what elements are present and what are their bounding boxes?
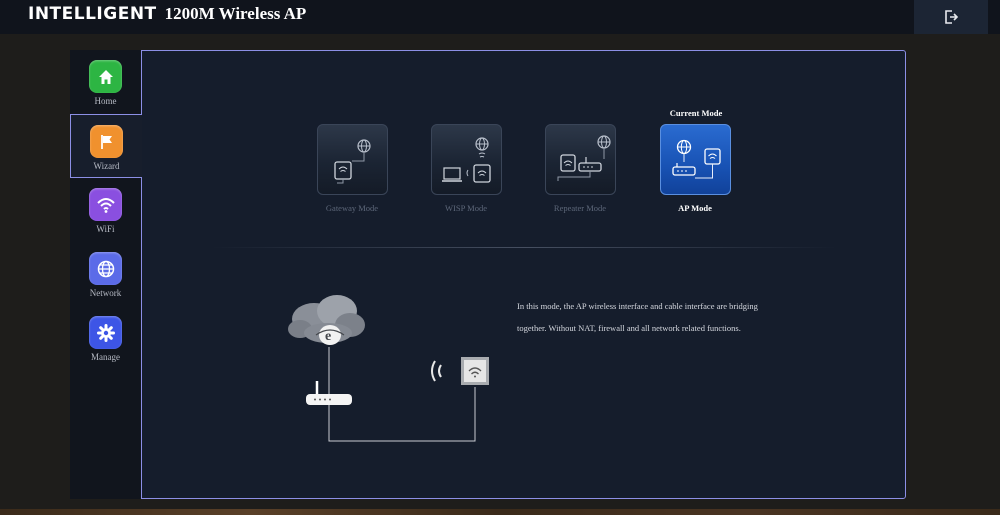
repeater-mode-label[interactable]: Repeater Mode	[525, 203, 635, 213]
home-icon	[89, 60, 122, 93]
sidebar-item-wizard[interactable]: Wizard	[70, 114, 142, 178]
brand-logo: INTELLIGENT	[28, 4, 157, 24]
internet-cloud-icon: e	[288, 295, 365, 345]
sidebar-item-wifi[interactable]: WiFi	[70, 178, 141, 242]
ap-mode-label[interactable]: AP Mode	[640, 203, 750, 213]
ap-mode-card[interactable]	[660, 124, 731, 195]
wisp-mode-label[interactable]: WISP Mode	[411, 203, 521, 213]
svg-text:e: e	[325, 329, 331, 344]
wifi-icon	[89, 188, 122, 221]
sidebar-item-label: Home	[94, 96, 117, 106]
sidebar-item-manage[interactable]: Manage	[70, 306, 141, 370]
bottom-strip	[0, 509, 1000, 515]
gateway-mode-icon	[334, 139, 371, 184]
wizard-panel: Current Mode Gateway Mode WISP Mode Repe…	[141, 50, 906, 499]
ap-topology-diagram: e	[288, 295, 489, 442]
device-model: 1200M Wireless AP	[164, 4, 307, 23]
sidebar-item-label: Wizard	[93, 161, 120, 171]
top-bar: INTELLIGENT 1200M Wireless AP	[0, 0, 1000, 34]
globe-icon	[89, 252, 122, 285]
gateway-mode-label[interactable]: Gateway Mode	[297, 203, 407, 213]
wisp-mode-card[interactable]	[431, 124, 502, 195]
repeater-mode-card[interactable]	[545, 124, 616, 195]
sidebar-item-label: WiFi	[96, 224, 115, 234]
gear-icon	[89, 316, 122, 349]
sidebar-item-label: Manage	[91, 352, 120, 362]
gateway-mode-card[interactable]	[317, 124, 388, 195]
ap-mode-icon	[672, 139, 721, 179]
access-point-icon	[461, 357, 489, 385]
repeater-mode-icon	[557, 135, 611, 181]
wireless-signal-icon	[431, 360, 442, 382]
section-divider	[212, 247, 837, 248]
flag-icon	[90, 125, 123, 158]
sidebar-item-home[interactable]: Home	[70, 50, 141, 114]
sidebar: Home Wizard WiFi Network Manage	[70, 50, 142, 499]
sidebar-item-label: Network	[89, 288, 122, 298]
sidebar-item-network[interactable]: Network	[70, 242, 141, 306]
mode-description: In this mode, the AP wireless interface …	[517, 301, 758, 333]
logout-button[interactable]	[914, 0, 988, 34]
brand: INTELLIGENT 1200M Wireless AP	[28, 4, 306, 26]
wisp-mode-icon	[442, 137, 491, 183]
current-mode-caption: Current Mode	[669, 108, 723, 118]
logout-icon	[945, 10, 959, 24]
